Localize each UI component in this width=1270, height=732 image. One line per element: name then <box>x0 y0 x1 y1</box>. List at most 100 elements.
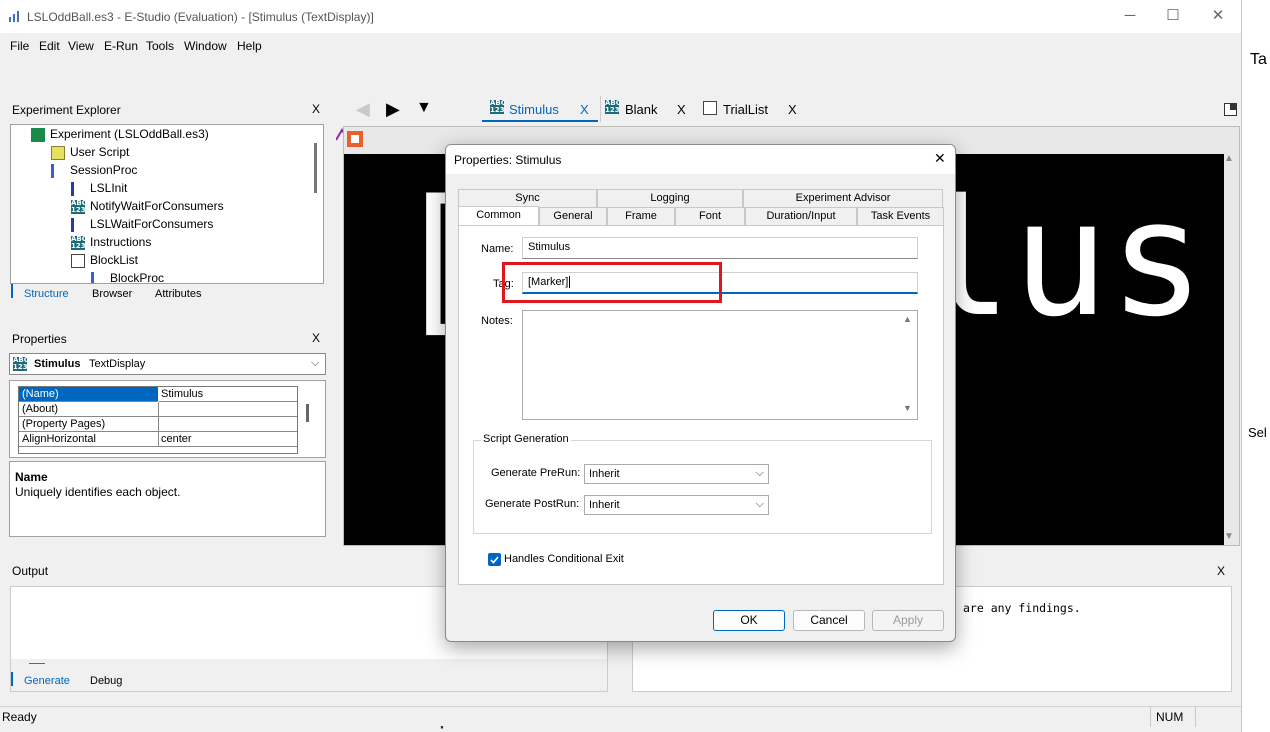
tab-logging[interactable]: Logging <box>597 189 743 207</box>
procedure-icon <box>91 271 105 283</box>
property-grid-scrollbar[interactable] <box>306 404 309 422</box>
tab-general[interactable]: General <box>539 207 607 225</box>
description-title: Name <box>15 470 48 484</box>
object-selector[interactable]: ABC 123 Stimulus TextDisplay ⌵ <box>9 353 326 375</box>
tab-generate[interactable]: Generate <box>24 675 70 687</box>
highlight-box <box>502 262 722 303</box>
advisor-close-button[interactable]: X <box>1217 564 1225 578</box>
dialog-title: Properties: Stimulus <box>454 153 562 167</box>
menu-edit[interactable]: Edit <box>39 39 60 53</box>
postrun-label: Generate PostRun: <box>485 498 580 510</box>
object-toolbar-icon[interactable] <box>347 131 363 147</box>
menu-bar: File Edit View E-Run Tools Window Help <box>0 35 1241 57</box>
textdisplay-icon: ABC 123 <box>490 99 506 114</box>
tree-item-blocklist[interactable]: BlockList <box>71 253 138 268</box>
handles-exit-label: Handles Conditional Exit <box>504 553 624 565</box>
tab-task-events[interactable]: Task Events <box>857 207 944 225</box>
title-bar: LSLOddBall.es3 - E-Studio (Evaluation) -… <box>0 0 1241 33</box>
scroll-down-icon[interactable]: ▼ <box>1224 531 1234 542</box>
script-generation-group: Script Generation Generate PreRun: Inher… <box>473 433 932 534</box>
menu-window[interactable]: Window <box>184 39 227 53</box>
textdisplay-icon: ABC 123 <box>605 99 621 114</box>
play-arrow-icon[interactable]: ▶ <box>386 99 400 120</box>
menu-view[interactable]: View <box>68 39 94 53</box>
tree-item-notifywait[interactable]: ABC 123 NotifyWaitForConsumers <box>71 199 224 214</box>
script-generation-title: Script Generation <box>481 433 571 445</box>
property-row[interactable]: (About) <box>19 402 297 417</box>
minimize-button[interactable]: ─ <box>1119 6 1141 26</box>
chevron-down-icon: ⌵ <box>311 357 320 369</box>
tab-duration-input[interactable]: Duration/Input <box>745 207 857 225</box>
handles-exit-checkbox[interactable] <box>488 553 501 566</box>
name-field[interactable]: Stimulus <box>522 237 918 259</box>
restore-pane-icon[interactable] <box>1224 103 1237 116</box>
toolbar <box>0 61 1241 143</box>
tab-debug[interactable]: Debug <box>90 675 122 687</box>
dialog-title-bar: Properties: Stimulus ✕ <box>446 145 955 174</box>
apply-button[interactable]: Apply <box>872 610 944 631</box>
property-row[interactable]: AlignHorizontal center <box>19 432 297 447</box>
explorer-close-button[interactable]: X <box>312 102 320 116</box>
workspace-tabstrip: ◀ ▶ ▼ ABC 123 Stimulus X ABC 123 Blank X T… <box>340 96 1240 122</box>
tree-item-experiment[interactable]: Experiment (LSLOddBall.es3) <box>31 127 209 142</box>
postrun-select[interactable]: Inherit ⌵ <box>584 495 769 515</box>
canvas-text-right: lus <box>916 165 1205 352</box>
prerun-label: Generate PreRun: <box>491 467 581 479</box>
tree-item-instructions[interactable]: ABC 123 Instructions <box>71 235 151 250</box>
property-row[interactable]: (Name) Stimulus <box>19 387 297 402</box>
tab-frame[interactable]: Frame <box>607 207 675 225</box>
tab-common[interactable]: Common <box>458 206 539 225</box>
scroll-down-icon[interactable]: ▼ <box>903 403 912 413</box>
cancel-button[interactable]: Cancel <box>793 610 865 631</box>
tab-experiment-advisor[interactable]: Experiment Advisor <box>743 189 943 207</box>
prerun-select[interactable]: Inherit ⌵ <box>584 464 769 484</box>
checkmark-icon <box>490 556 499 564</box>
inline-icon <box>71 181 85 196</box>
tab-stimulus[interactable]: ABC 123 Stimulus X <box>482 96 598 122</box>
output-title: Output <box>12 564 49 578</box>
scroll-up-icon[interactable]: ▲ <box>903 314 912 324</box>
tab-blank[interactable]: ABC 123 Blank X <box>602 96 692 122</box>
explorer-scrollbar[interactable] <box>314 143 317 193</box>
tree-item-lslwait[interactable]: LSLWaitForConsumers <box>71 217 213 232</box>
menu-file[interactable]: File <box>10 39 29 53</box>
tree-item-lslinit[interactable]: LSLInit <box>71 181 127 196</box>
advisor-text: are any findings. <box>963 601 1081 615</box>
notes-label: Notes: <box>481 315 513 327</box>
status-text: Ready <box>2 710 37 724</box>
close-window-button[interactable]: ✕ <box>1207 6 1229 26</box>
property-grid: (Name) Stimulus (About) (Property Pages) … <box>18 386 298 454</box>
tree-item-blockproc[interactable]: BlockProc <box>91 271 164 283</box>
tab-triallist[interactable]: TrialList X <box>700 96 810 122</box>
maximize-button[interactable]: ☐ <box>1162 6 1184 26</box>
experiment-icon <box>31 127 45 142</box>
dialog-tabs-row1: Sync Logging Experiment Advisor <box>458 189 944 207</box>
tab-stimulus-close[interactable]: X <box>580 102 589 117</box>
menu-help[interactable]: Help <box>237 39 262 53</box>
tab-triallist-close[interactable]: X <box>788 102 797 117</box>
tab-attributes[interactable]: Attributes <box>155 288 201 300</box>
dialog-close-button[interactable]: ✕ <box>934 150 946 167</box>
tree-item-sessionproc[interactable]: SessionProc <box>51 163 137 178</box>
menu-tools[interactable]: Tools <box>146 39 174 53</box>
tab-font[interactable]: Font <box>675 207 745 225</box>
properties-title: Properties <box>12 332 67 346</box>
tab-sync[interactable]: Sync <box>458 189 597 207</box>
notes-field[interactable]: ▲ ▼ <box>522 310 918 420</box>
edge-text-mid: Sel <box>1248 425 1267 440</box>
explorer-tree: Experiment (LSLOddBall.es3) User Script … <box>10 124 324 284</box>
inline-icon <box>71 217 85 232</box>
tab-blank-close[interactable]: X <box>677 102 686 117</box>
property-row[interactable]: (Property Pages) <box>19 417 297 432</box>
properties-close-button[interactable]: X <box>312 331 320 345</box>
tab-browser[interactable]: Browser <box>92 288 132 300</box>
scroll-up-icon[interactable]: ▲ <box>1224 153 1234 164</box>
tree-item-user-script[interactable]: User Script <box>51 145 129 160</box>
experiment-explorer: Experiment Explorer X Experiment (LSLOdd… <box>0 96 336 304</box>
menu-erun[interactable]: E-Run <box>104 39 138 53</box>
back-arrow-icon[interactable]: ◀ <box>356 99 370 120</box>
tab-structure[interactable]: Structure <box>24 288 69 300</box>
num-lock-indicator: NUM <box>1156 710 1184 724</box>
dropdown-arrow-icon[interactable]: ▼ <box>416 99 432 117</box>
ok-button[interactable]: OK <box>713 610 785 631</box>
